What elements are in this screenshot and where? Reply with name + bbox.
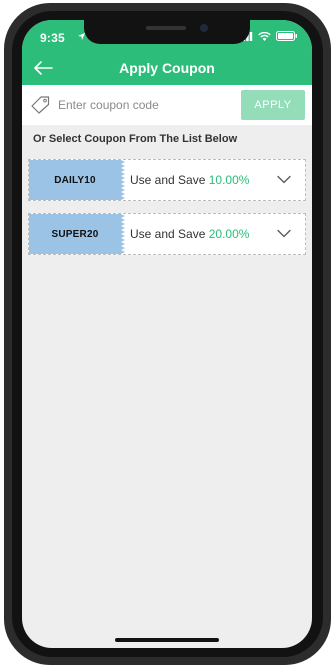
power-button (326, 159, 331, 231)
notch (84, 20, 250, 44)
chevron-down-icon[interactable] (277, 229, 291, 238)
coupon-description: Use and Save 10.00% (130, 173, 249, 187)
coupon-code-input[interactable] (58, 92, 238, 118)
battery-icon (276, 31, 297, 41)
list-heading: Or Select Coupon From The List Below (33, 133, 238, 145)
coupon-list: DAILY10 Use and Save 10.00% SUPER20 Use … (28, 159, 306, 267)
coupon-code: SUPER20 (51, 228, 99, 240)
front-camera (200, 24, 208, 32)
zigzag-edge (121, 160, 125, 200)
coupon-desc-text: Use and Save (130, 227, 206, 241)
status-time: 9:35 (40, 31, 65, 45)
volume-up-button (4, 143, 9, 189)
home-indicator[interactable] (115, 638, 219, 642)
coupon-code-box: SUPER20 (29, 214, 121, 254)
screen: 9:35 Apply Coupon Enter coupon code APPL… (22, 20, 312, 648)
tag-icon (31, 96, 50, 114)
coupon-desc-text: Use and Save (130, 173, 206, 187)
coupon-description: Use and Save 20.00% (130, 227, 249, 241)
wifi-icon (258, 31, 271, 41)
apply-button[interactable]: APPLY (241, 90, 305, 120)
speaker-grille (146, 26, 186, 30)
page-title: Apply Coupon (119, 60, 215, 76)
volume-down-button (4, 199, 9, 245)
zigzag-edge (121, 214, 125, 254)
coupon-discount: 20.00% (208, 227, 250, 241)
coupon-code: DAILY10 (54, 174, 96, 186)
coupon-discount: 10.00% (208, 173, 250, 187)
app-header: 9:35 Apply Coupon (22, 20, 312, 85)
coupon-entry-bar: APPLY (22, 85, 312, 125)
silent-switch (4, 95, 9, 117)
coupon-card-daily10[interactable]: DAILY10 Use and Save 10.00% (28, 159, 306, 201)
coupon-card-super20[interactable]: SUPER20 Use and Save 20.00% (28, 213, 306, 255)
coupon-code-box: DAILY10 (29, 160, 121, 200)
chevron-down-icon[interactable] (277, 175, 291, 184)
